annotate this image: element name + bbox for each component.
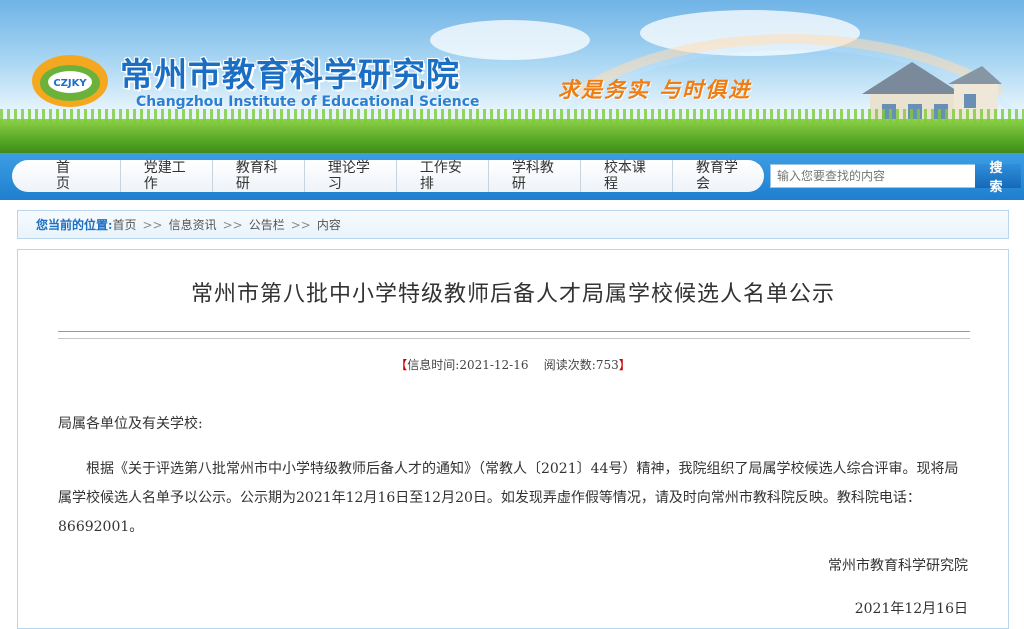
header-banner: CZJKY 常州市教育科学研究院 Changzhou Institute of … bbox=[0, 0, 1024, 153]
signature-date: 2021年12月16日 bbox=[854, 601, 968, 617]
nav-item-subject-teaching[interactable]: 学科教研 bbox=[489, 160, 581, 192]
nav-item-research[interactable]: 教育科研 bbox=[213, 160, 305, 192]
meta-bracket: 【 bbox=[395, 358, 408, 372]
breadcrumb-bulletin[interactable]: 公告栏 bbox=[249, 216, 285, 233]
breadcrumb: 您当前的位置: 首页 >> 信息资讯 >> 公告栏 >> 内容 bbox=[17, 210, 1009, 239]
article-paragraph: 根据《关于评选第八批常州市中小学特级教师后备人才的通知》（常教人〔2021〕44… bbox=[58, 461, 959, 535]
article-panel: 常州市第八批中小学特级教师后备人才局属学校候选人名单公示 【信息时间:2021-… bbox=[17, 249, 1009, 629]
search-input[interactable] bbox=[770, 164, 976, 188]
meta-reads: 753 bbox=[595, 358, 619, 372]
meta-reads-label: 阅读次数: bbox=[543, 358, 596, 372]
title-divider bbox=[58, 338, 970, 339]
meta-bracket: 】 bbox=[618, 358, 631, 372]
nav-menu: 首 页 党建工作 教育科研 理论学习 工作安排 学科教研 校本课程 教育学会 bbox=[12, 160, 764, 192]
site-title: 常州市教育科学研究院 bbox=[120, 55, 460, 94]
grass-decoration bbox=[0, 109, 1024, 153]
meta-time: 2021-12-16 bbox=[459, 358, 529, 372]
nav-item-party-building[interactable]: 党建工作 bbox=[121, 160, 213, 192]
breadcrumb-label: 您当前的位置: bbox=[36, 218, 113, 232]
institute-logo: CZJKY bbox=[32, 55, 108, 107]
breadcrumb-separator: >> bbox=[290, 217, 311, 232]
nav-item-theory-study[interactable]: 理论学习 bbox=[305, 160, 397, 192]
site-subtitle: Changzhou Institute of Educational Scien… bbox=[136, 94, 480, 110]
breadcrumb-home[interactable]: 首页 bbox=[112, 216, 136, 233]
meta-time-label: 信息时间: bbox=[407, 358, 460, 372]
title-divider bbox=[58, 331, 970, 332]
breadcrumb-separator: >> bbox=[142, 217, 163, 232]
nav-item-school-courses[interactable]: 校本课程 bbox=[581, 160, 673, 192]
signature-organization: 常州市教育科学研究院 bbox=[828, 558, 968, 574]
nav-item-work-plan[interactable]: 工作安排 bbox=[397, 160, 489, 192]
search-button[interactable]: 搜 索 bbox=[975, 161, 1021, 195]
article-meta: 【信息时间:2021-12-16 阅读次数:753】 bbox=[18, 356, 1008, 373]
site-slogan: 求是务实 与时俱进 bbox=[558, 78, 752, 102]
article-salutation: 局属各单位及有关学校: bbox=[58, 416, 203, 432]
nav-item-education-society[interactable]: 教育学会 bbox=[673, 160, 764, 192]
breadcrumb-news[interactable]: 信息资讯 bbox=[169, 216, 217, 233]
article-title: 常州市第八批中小学特级教师后备人才局属学校候选人名单公示 bbox=[190, 282, 835, 307]
nav-item-home[interactable]: 首 页 bbox=[30, 160, 121, 192]
svg-text:CZJKY: CZJKY bbox=[53, 78, 87, 89]
breadcrumb-separator: >> bbox=[222, 217, 243, 232]
breadcrumb-current: 内容 bbox=[316, 218, 341, 232]
